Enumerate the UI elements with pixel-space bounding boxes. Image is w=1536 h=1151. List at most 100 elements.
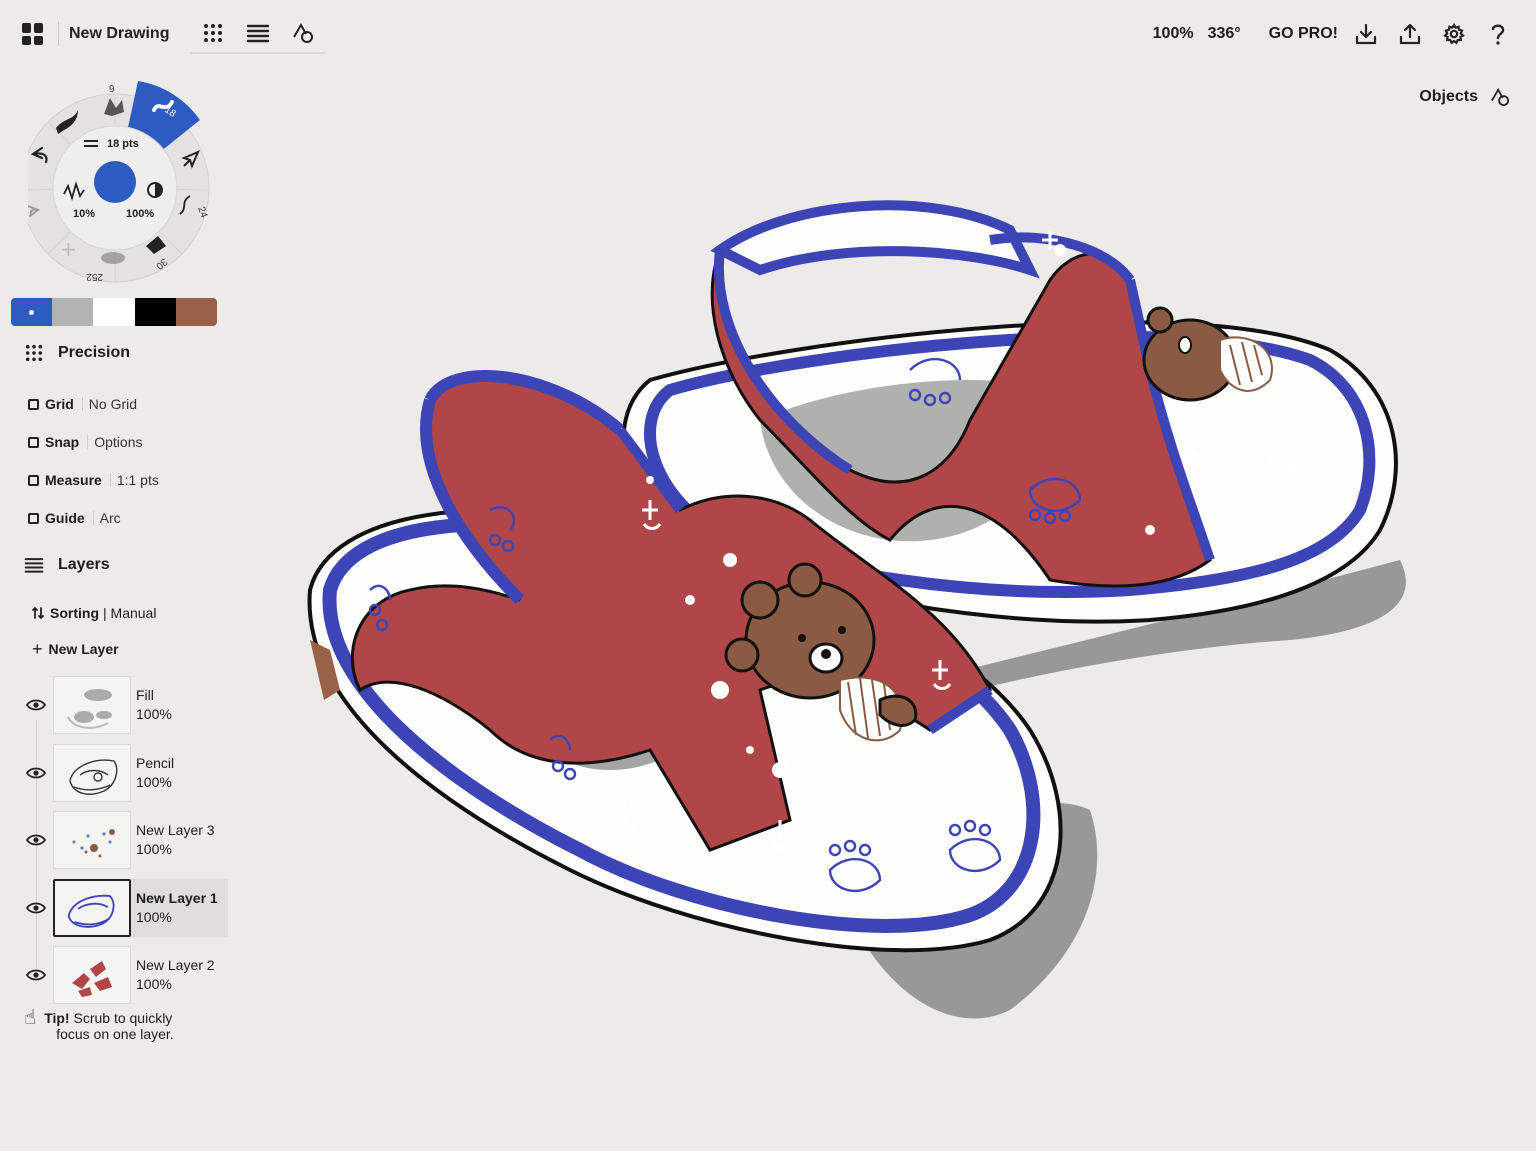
objects-label: Objects (1419, 88, 1478, 105)
measure-label: Measure (45, 472, 102, 488)
export-button[interactable] (1388, 18, 1432, 50)
palette-swatch-brown[interactable] (175, 298, 217, 326)
layers-title: Layers (58, 556, 110, 573)
layers-toggle-button[interactable] (235, 14, 280, 54)
tip-message: ☝ Tip! Scrub to quickly focus on one lay… (24, 1007, 174, 1042)
soft-brush-icon[interactable] (101, 252, 125, 264)
shapes-icon (1491, 88, 1509, 106)
layer-name: New Layer 1 (136, 890, 218, 906)
add-brush-icon[interactable]: + (60, 237, 77, 261)
layer-thumbnail (53, 744, 131, 802)
divider (109, 473, 111, 487)
layer-thumbnail (53, 879, 131, 937)
layer-name: Fill (136, 687, 154, 703)
drawing-title[interactable]: New Drawing (69, 25, 169, 43)
layer-meta: New Layer 2 100% (136, 956, 215, 994)
guide-value[interactable]: Arc (100, 510, 121, 526)
precision-title: Precision (58, 344, 131, 361)
color-palette (11, 298, 217, 326)
canvas-drawing[interactable] (290, 170, 1430, 1050)
palette-swatch-blue[interactable] (11, 298, 53, 326)
sorting-control[interactable]: Sorting | Manual (32, 605, 156, 621)
current-color[interactable] (94, 161, 136, 203)
palette-swatch-gray[interactable] (52, 298, 94, 326)
divider (92, 511, 94, 525)
visibility-toggle[interactable] (22, 699, 50, 711)
rotation-angle[interactable]: 336° (1208, 25, 1241, 43)
layer-opacity: 100% (136, 706, 172, 722)
help-button[interactable] (1476, 18, 1520, 50)
dots-grid-icon (24, 344, 44, 362)
gallery-grid-icon[interactable] (22, 23, 44, 45)
layers-header[interactable]: Layers (24, 556, 110, 574)
visibility-toggle[interactable] (22, 767, 50, 779)
tip-line-2: focus on one layer. (56, 1026, 174, 1042)
divider (58, 22, 59, 46)
layer-name: New Layer 3 (136, 822, 215, 838)
snap-value[interactable]: Options (94, 434, 142, 450)
visibility-toggle[interactable] (22, 902, 50, 914)
grid-label: Grid (45, 396, 74, 412)
layer-meta: Fill 100% (136, 686, 172, 724)
slot-size-top: 9 (109, 84, 115, 95)
brush-wheel[interactable]: 18 9 + 24 30 252 18 pts 10% 100% (28, 78, 218, 288)
top-left-bar: New Drawing (22, 18, 169, 50)
grid-value[interactable]: No Grid (89, 396, 137, 412)
layer-row-new-layer-3[interactable]: New Layer 3 100% (22, 811, 228, 869)
precision-row-guide[interactable]: Guide Arc (28, 510, 121, 526)
grid-checkbox[interactable] (28, 398, 39, 410)
palette-swatch-black[interactable] (134, 298, 176, 326)
layer-row-new-layer-1[interactable]: New Layer 1 100% (22, 879, 228, 937)
eye-icon (26, 767, 46, 779)
visibility-toggle[interactable] (22, 969, 50, 981)
new-layer-button[interactable]: + New Layer (32, 639, 119, 659)
layer-opacity: 100% (136, 841, 172, 857)
eye-icon (26, 902, 46, 914)
settings-button[interactable] (1432, 18, 1476, 50)
precision-header[interactable]: Precision (24, 344, 130, 362)
layer-meta: New Layer 1 100% (136, 889, 218, 927)
precision-row-grid[interactable]: Grid No Grid (28, 396, 137, 412)
divider (81, 397, 83, 411)
objects-panel-toggle[interactable]: Objects (1419, 88, 1510, 106)
objects-toggle-button[interactable] (280, 14, 325, 54)
layer-meta: New Layer 3 100% (136, 821, 215, 859)
sort-arrows-icon (32, 606, 44, 620)
layer-opacity: 100% (136, 976, 172, 992)
bear-decal-back (1142, 306, 1273, 402)
divider (87, 435, 89, 449)
layer-row-new-layer-2[interactable]: New Layer 2 100% (22, 946, 228, 1004)
layer-row-pencil[interactable]: Pencil 100% (22, 744, 228, 802)
top-tools (190, 14, 325, 54)
plus-icon: + (32, 639, 43, 659)
layer-row-fill[interactable]: Fill 100% (22, 676, 228, 734)
layer-opacity: 100% (136, 909, 172, 925)
layer-name: Pencil (136, 755, 175, 771)
palette-swatch-white[interactable] (93, 298, 135, 326)
precision-toggle-button[interactable] (190, 14, 235, 54)
snap-checkbox[interactable] (28, 436, 39, 448)
eye-icon (26, 834, 46, 846)
visibility-toggle[interactable] (22, 834, 50, 846)
zoom-level[interactable]: 100% (1153, 25, 1194, 43)
layers-stack-icon (24, 556, 44, 574)
tip-text: Tip! Scrub to quickly focus on one layer… (44, 1010, 174, 1042)
precision-row-measure[interactable]: Measure 1:1 pts (28, 472, 159, 488)
guide-label: Guide (45, 510, 85, 526)
measure-value[interactable]: 1:1 pts (117, 472, 159, 488)
precision-row-snap[interactable]: Snap Options (28, 434, 142, 450)
go-pro-button[interactable]: GO PRO! (1269, 25, 1338, 43)
guide-checkbox[interactable] (28, 512, 39, 524)
opacity-value[interactable]: 10% (73, 208, 95, 220)
layer-thumbnail (53, 676, 131, 734)
dots-grid-icon (203, 24, 222, 42)
shapes-icon (292, 23, 313, 43)
measure-checkbox[interactable] (28, 474, 39, 486)
tip-line-1: Scrub to quickly (69, 1010, 173, 1026)
sorting-label: Sorting (50, 605, 99, 621)
brush-size-label[interactable]: 18 pts (107, 138, 139, 150)
pointing-hand-icon: ☝ (24, 1007, 37, 1029)
import-button[interactable] (1344, 18, 1388, 50)
opacity-max-value[interactable]: 100% (126, 208, 154, 220)
top-right-bar: 100% 336° GO PRO! (1153, 18, 1520, 50)
